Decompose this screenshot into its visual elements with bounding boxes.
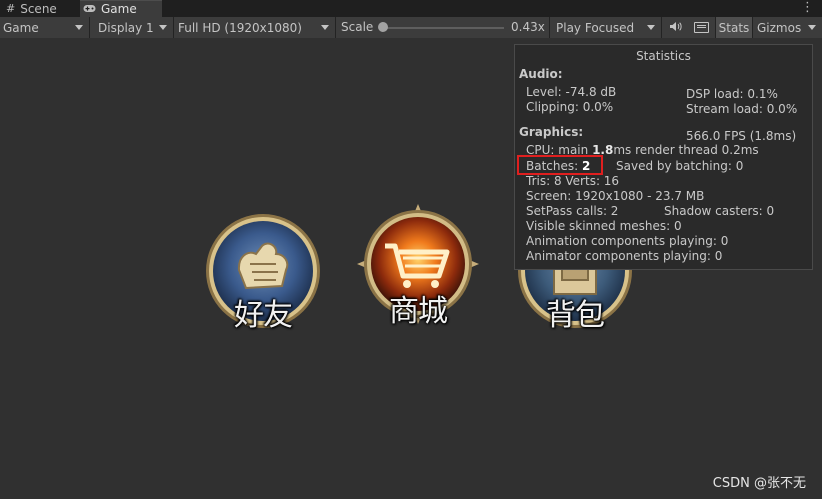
shadow-casters: Shadow casters: 0: [664, 204, 775, 218]
game-view-toolbar: Game Display 1 Full HD (1920x1080) Scale…: [0, 17, 822, 39]
tab-scene-label: Scene: [20, 1, 57, 16]
setpass-calls: SetPass calls: 2: [526, 204, 619, 218]
scale-slider-thumb[interactable]: [378, 22, 388, 32]
stats-toggle-label: Stats: [718, 20, 750, 35]
visible-skinned-meshes: Visible skinned meshes: 0: [526, 219, 682, 233]
graphics-header: Graphics:: [519, 125, 584, 139]
cpu-suffix: ms render thread 0.2ms: [613, 143, 759, 157]
statistics-panel: Statistics Audio: Level: -74.8 dB DSP lo…: [514, 44, 813, 270]
keyboard-shortcuts-button[interactable]: [688, 17, 714, 38]
screen-info: Screen: 1920x1080 - 23.7 MB: [526, 189, 705, 203]
tris-verts: Tris: 8 Verts: 16: [526, 174, 620, 188]
gizmos-dropdown-label: Gizmos: [757, 20, 802, 35]
display-dropdown[interactable]: Display 1: [90, 17, 174, 38]
gamepad-icon: [83, 3, 96, 16]
scale-slider-track[interactable]: [382, 27, 504, 29]
backpack-label: 背包: [546, 298, 605, 333]
statistics-title: Statistics: [636, 49, 691, 63]
speaker-icon: [669, 21, 682, 35]
tab-game[interactable]: Game: [80, 0, 162, 17]
keyboard-icon: [693, 22, 709, 33]
friends-icon-button[interactable]: 好友: [204, 210, 322, 333]
more-options-icon[interactable]: ⋮: [801, 0, 814, 17]
chevron-down-icon: [75, 25, 83, 30]
shop-icon-button[interactable]: 商城: [357, 204, 479, 329]
play-mode-dropdown[interactable]: Play Focused: [550, 17, 662, 38]
game-view-dropdown-label: Game: [3, 20, 39, 35]
shop-label: 商城: [389, 294, 448, 329]
watermark: CSDN @张不无: [712, 476, 806, 491]
chevron-down-icon: [647, 25, 655, 30]
chevron-down-icon: [159, 25, 167, 30]
animation-components: Animation components playing: 0: [526, 234, 729, 248]
window-tab-bar: # Scene Game ⋮: [0, 0, 822, 17]
stream-load: Stream load: 0.0%: [686, 102, 798, 116]
scale-control: Scale 0.43x: [336, 17, 550, 38]
game-view-dropdown[interactable]: Game: [0, 17, 90, 38]
play-mode-dropdown-label: Play Focused: [556, 20, 635, 35]
grid-icon: #: [6, 2, 16, 15]
chevron-down-icon: [321, 25, 329, 30]
mute-audio-button[interactable]: [662, 17, 688, 38]
audio-header: Audio:: [519, 67, 563, 81]
batches-highlight-box: [517, 155, 603, 175]
fps-readout: 566.0 FPS (1.8ms): [686, 129, 797, 143]
tab-game-label: Game: [101, 2, 137, 16]
audio-clipping: Clipping: 0.0%: [526, 100, 614, 114]
resolution-dropdown[interactable]: Full HD (1920x1080): [174, 17, 336, 38]
tab-scene[interactable]: # Scene: [6, 0, 84, 17]
display-dropdown-label: Display 1: [98, 20, 154, 35]
animator-components: Animator components playing: 0: [526, 249, 723, 263]
chevron-down-icon: [808, 25, 816, 30]
dsp-load: DSP load: 0.1%: [686, 87, 778, 101]
game-viewport[interactable]: 好友 商城 背包 Statistics Audio: Level: -74.8 …: [0, 38, 822, 499]
audio-level: Level: -74.8 dB: [526, 85, 617, 99]
resolution-dropdown-label: Full HD (1920x1080): [178, 20, 302, 35]
stats-toggle-button[interactable]: Stats: [715, 17, 753, 38]
saved-by-batching: Saved by batching: 0: [616, 159, 744, 173]
scale-label: Scale: [341, 20, 374, 34]
friends-label: 好友: [234, 298, 293, 333]
scale-value: 0.43x: [511, 20, 545, 34]
gizmos-dropdown[interactable]: Gizmos: [753, 17, 822, 38]
